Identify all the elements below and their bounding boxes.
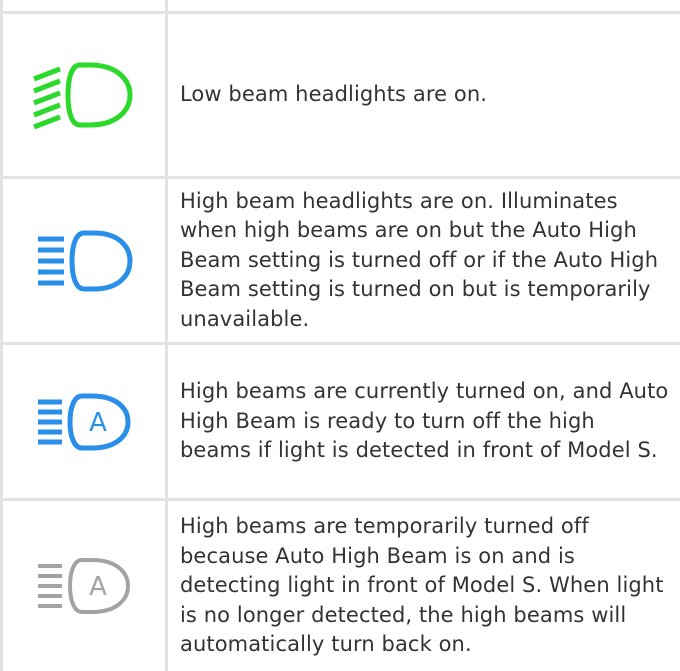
description-text: Low beam headlights are on.: [180, 82, 488, 107]
low-beam-icon: [33, 62, 133, 130]
description-cell: Low beam headlights are on.: [180, 14, 670, 176]
indicator-table: Low beam headlights are on. High beam he…: [0, 0, 680, 671]
icon-cell: [3, 179, 165, 342]
icon-cell: A: [3, 501, 165, 671]
description-text: High beam headlights are on. Illuminates…: [180, 188, 659, 331]
icon-cell: A: [3, 345, 165, 498]
table-row: A High beams are currently turned on, an…: [0, 345, 680, 498]
description-cell: High beams are temporarily turned off be…: [180, 501, 670, 671]
auto-letter: A: [89, 572, 107, 602]
table-row: A High beams are temporarily turned off …: [0, 501, 680, 671]
auto-letter: A: [89, 408, 107, 438]
description-cell: High beam headlights are on. Illuminates…: [180, 179, 670, 342]
table-row: High beam headlights are on. Illuminates…: [0, 179, 680, 342]
description-cell: High beams are currently turned on, and …: [180, 345, 670, 498]
table-row: Low beam headlights are on.: [0, 14, 680, 176]
icon-cell: [3, 14, 165, 176]
auto-high-beam-standby-icon: A: [38, 558, 131, 614]
auto-high-beam-active-icon: A: [38, 393, 131, 450]
high-beam-icon: [38, 230, 133, 291]
description-text: High beams are currently turned on, and …: [180, 379, 669, 463]
description-text: High beams are temporarily turned off be…: [180, 514, 664, 657]
